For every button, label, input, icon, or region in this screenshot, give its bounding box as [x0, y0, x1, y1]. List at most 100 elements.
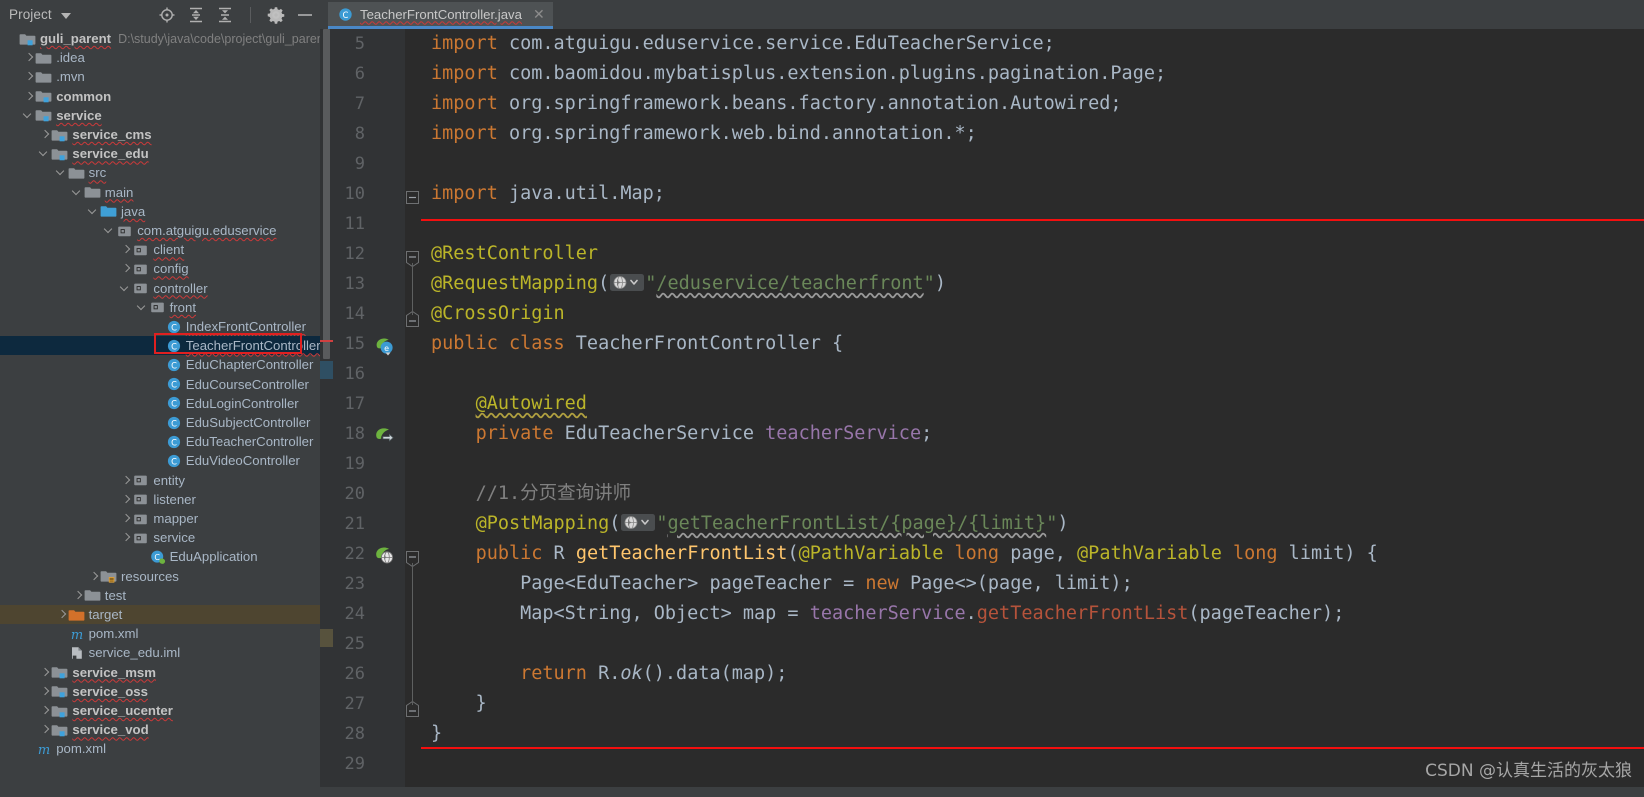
code-line-6[interactable]: import com.baomidou.mybatisplus.extensio… — [431, 59, 1166, 89]
tree-node-pom-xml[interactable]: m pom.xml — [0, 739, 320, 758]
spring-request-mapping-icon[interactable] — [373, 544, 395, 566]
tree-node-entity[interactable]: entity — [0, 471, 320, 490]
tree-node-listener[interactable]: listener — [0, 490, 320, 509]
tree-node-idea[interactable]: .idea — [0, 48, 320, 67]
tree-node-mapper[interactable]: mapper — [0, 509, 320, 528]
chevron-right-icon[interactable] — [87, 567, 100, 586]
tree-node-indexfrontcontroller[interactable]: C IndexFrontController — [0, 317, 320, 336]
gear-icon[interactable] — [267, 6, 285, 24]
tree-node-java[interactable]: java — [0, 202, 320, 221]
minimize-icon[interactable] — [296, 6, 314, 24]
chevron-right-icon[interactable] — [55, 605, 68, 624]
tree-node-test[interactable]: test — [0, 586, 320, 605]
fold-marker-line-10[interactable] — [406, 191, 419, 204]
code-line-14[interactable]: @CrossOrigin — [431, 299, 565, 329]
tree-node-client[interactable]: client — [0, 240, 320, 259]
code-line-17[interactable]: @Autowired — [431, 389, 587, 419]
chevron-down-icon[interactable] — [60, 12, 71, 19]
code-line-15[interactable]: public class TeacherFrontController { — [431, 329, 843, 359]
tree-node-guli-parent[interactable]: guli_parent D:\study\java\code\project\gu… — [0, 29, 320, 48]
request-mapping-globe-icon[interactable] — [621, 512, 656, 531]
code-line-26[interactable]: return R.ok().data(map); — [431, 659, 787, 689]
caret-stripe-mark[interactable] — [320, 361, 333, 379]
error-stripe-mark[interactable] — [320, 340, 333, 342]
tree-node-service-vod[interactable]: service_vod — [0, 720, 320, 739]
chevron-right-icon[interactable] — [71, 586, 84, 605]
chevron-down-icon[interactable] — [22, 106, 35, 125]
expand-all-icon[interactable] — [187, 6, 205, 24]
tree-node-eduapplication[interactable]: C EduApplication — [0, 547, 320, 566]
chevron-right-icon[interactable] — [38, 663, 51, 682]
tree-node-teacherfrontcontroller[interactable]: C TeacherFrontController — [0, 336, 320, 356]
chevron-right-icon[interactable] — [38, 720, 51, 739]
chevron-right-icon[interactable] — [119, 490, 132, 509]
tree-node-service[interactable]: service — [0, 106, 320, 125]
code-line-10[interactable]: import java.util.Map; — [431, 179, 665, 209]
project-panel-title[interactable]: Project — [9, 7, 52, 22]
chevron-down-icon[interactable] — [71, 183, 84, 202]
tree-node-service-oss[interactable]: service_oss — [0, 682, 320, 701]
chevron-down-icon[interactable] — [119, 279, 132, 298]
tree-node-educhaptercontroller[interactable]: C EduChapterController — [0, 355, 320, 374]
code-line-12[interactable]: @RestController — [431, 239, 598, 269]
tree-node-target[interactable]: target — [0, 605, 320, 625]
chevron-right-icon[interactable] — [38, 125, 51, 144]
chevron-right-icon[interactable] — [119, 259, 132, 278]
code-line-7[interactable]: import org.springframework.beans.factory… — [431, 89, 1122, 119]
locate-target-icon[interactable] — [158, 6, 176, 24]
chevron-right-icon[interactable] — [119, 528, 132, 547]
tree-node-service-ucenter[interactable]: service_ucenter — [0, 701, 320, 720]
tree-node-edusubjectcontroller[interactable]: C EduSubjectController — [0, 413, 320, 432]
editor-folding-strip[interactable] — [405, 29, 421, 797]
chevron-right-icon[interactable] — [38, 701, 51, 720]
chevron-right-icon[interactable] — [22, 87, 35, 106]
editor-line-number-gutter[interactable]: 5 6 7 8 9 10 11 12 13 14 15 16 17 18 19 20 21 22 23 24 25 26 2… — [333, 29, 405, 797]
tree-node-com-atguigu-eduservice[interactable]: com.atguigu.eduservice — [0, 221, 320, 240]
tree-node-service-edu-iml[interactable]: service_edu.iml — [0, 643, 320, 662]
spring-autowired-icon[interactable] — [373, 424, 395, 446]
tree-node-mvn[interactable]: .mvn — [0, 67, 320, 86]
chevron-down-icon[interactable] — [103, 221, 116, 240]
code-line-21[interactable]: @PostMapping("getTeacherFrontList/{page}… — [431, 509, 1069, 539]
tree-node-resources[interactable]: resources — [0, 567, 320, 586]
scrollbar-thumb[interactable] — [323, 29, 330, 359]
tree-node-eduvideocontroller[interactable]: C EduVideoController — [0, 451, 320, 470]
editor-tab-teacherfrontcontroller[interactable]: C TeacherFrontController.java ✕ — [328, 2, 553, 29]
tree-node-pom-xml[interactable]: m pom.xml — [0, 624, 320, 643]
tree-node-edulogincontroller[interactable]: C EduLoginController — [0, 394, 320, 413]
code-line-13[interactable]: @RequestMapping("/eduservice/teacherfron… — [431, 269, 946, 299]
chevron-right-icon[interactable] — [22, 48, 35, 67]
tree-node-educoursecontroller[interactable]: C EduCourseController — [0, 375, 320, 394]
code-line-5[interactable]: import com.atguigu.eduservice.service.Ed… — [431, 29, 1055, 59]
editor-scrollbar-left[interactable] — [320, 29, 333, 797]
project-tree[interactable]: guli_parent D:\study\java\code\project\gu… — [0, 29, 320, 797]
chevron-right-icon[interactable] — [119, 471, 132, 490]
tree-node-main[interactable]: main — [0, 183, 320, 202]
chevron-down-icon[interactable] — [55, 163, 68, 182]
tree-node-src[interactable]: src — [0, 163, 320, 182]
code-line-8[interactable]: import org.springframework.web.bind.anno… — [431, 119, 977, 149]
code-line-23[interactable]: Page<EduTeacher> pageTeacher = new Page<… — [431, 569, 1133, 599]
tree-node-service[interactable]: service — [0, 528, 320, 547]
chevron-down-icon[interactable] — [87, 202, 100, 221]
tree-node-front[interactable]: front — [0, 298, 320, 317]
close-icon[interactable]: ✕ — [533, 7, 545, 21]
chevron-right-icon[interactable] — [38, 682, 51, 701]
chevron-right-icon[interactable] — [22, 67, 35, 86]
chevron-down-icon[interactable] — [136, 298, 149, 317]
chevron-right-icon[interactable] — [119, 240, 132, 259]
tree-node-service-edu[interactable]: service_edu — [0, 144, 320, 163]
tree-node-config[interactable]: config — [0, 259, 320, 278]
tree-node-controller[interactable]: controller — [0, 279, 320, 298]
code-line-18[interactable]: private EduTeacherService teacherService… — [431, 419, 933, 449]
chevron-down-icon[interactable] — [38, 144, 51, 163]
code-line-28[interactable]: } — [431, 719, 442, 749]
spring-bean-icon[interactable]: e — [373, 334, 395, 356]
code-line-27[interactable]: } — [431, 689, 487, 719]
code-line-20[interactable]: //1.分页查询讲师 — [431, 479, 632, 509]
tree-node-common[interactable]: common — [0, 87, 320, 106]
request-mapping-globe-icon[interactable] — [610, 272, 645, 291]
editor-code-canvas[interactable]: import com.atguigu.eduservice.service.Ed… — [421, 29, 1644, 797]
tree-node-service-msm[interactable]: service_msm — [0, 663, 320, 682]
chevron-right-icon[interactable] — [119, 509, 132, 528]
